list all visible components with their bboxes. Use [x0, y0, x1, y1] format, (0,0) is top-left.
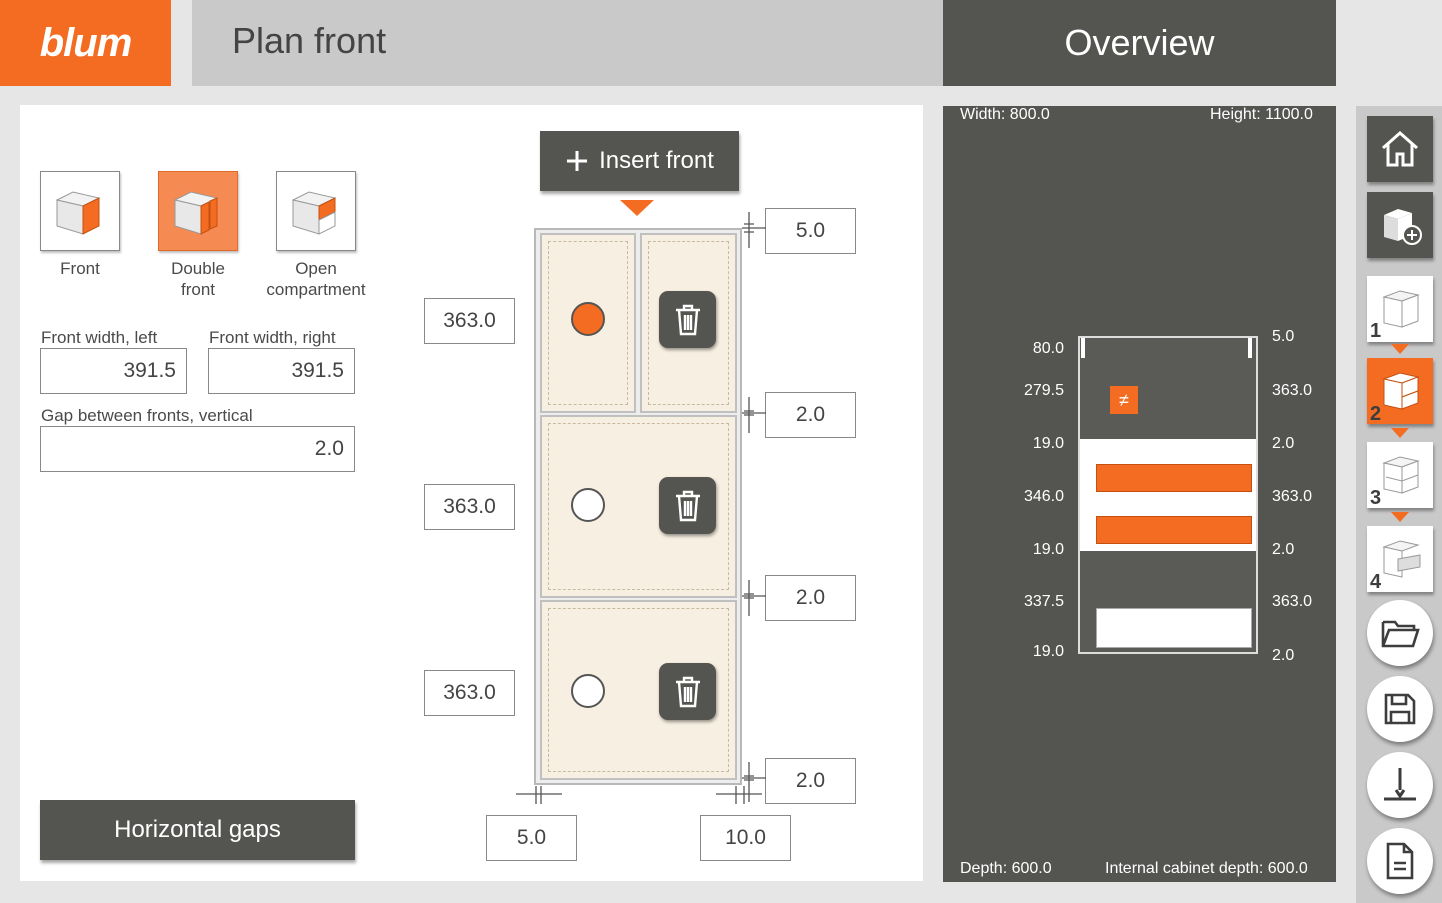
front-type-double-front-label: Double front	[171, 259, 225, 299]
overview-depth: Depth: 600.0	[960, 860, 1052, 877]
front-height-input[interactable]: 363.0	[424, 670, 515, 716]
insert-front-label: Insert front	[599, 147, 714, 174]
overview-height: Height: 1100.0	[1210, 106, 1313, 123]
bottom-right-gap-input[interactable]: 10.0	[700, 815, 791, 861]
front-select-radio[interactable]	[571, 674, 605, 708]
overview-drawer	[1096, 464, 1252, 492]
add-cabinet-button[interactable]	[1367, 192, 1433, 258]
overview-left-value: 279.5	[1023, 382, 1064, 399]
step-arrow-icon	[1391, 512, 1409, 522]
front-type-front[interactable]	[40, 171, 120, 251]
insert-front-button[interactable]: Insert front	[540, 131, 739, 191]
gap-dimension-marker-icon	[742, 212, 766, 248]
open-file-button[interactable]	[1367, 600, 1433, 666]
overview-drawer	[1096, 608, 1252, 648]
document-icon	[1386, 842, 1414, 880]
front-type-front-label: Front	[60, 259, 100, 278]
gap-input[interactable]: 2.0	[765, 575, 856, 621]
save-button[interactable]	[1367, 676, 1433, 742]
cabinet-shelf-step-icon	[1382, 456, 1420, 494]
step-1-number: 1	[1370, 320, 1382, 342]
gap-input[interactable]: 2.0	[765, 392, 856, 438]
front-type-open-compartment-label: Open compartment	[266, 259, 366, 299]
plus-icon	[567, 151, 588, 171]
home-icon	[1382, 130, 1418, 167]
cabinet-front-step-icon	[1382, 372, 1420, 410]
overview-right-value: 363.0	[1272, 488, 1313, 505]
front-select-radio[interactable]	[571, 488, 605, 522]
gap-input[interactable]: 5.0	[765, 208, 856, 254]
overview-width: Width: 800.0	[960, 106, 1050, 123]
front-height-input[interactable]: 363.0	[424, 298, 515, 344]
horizontal-gaps-button[interactable]: Horizontal gaps	[40, 800, 355, 860]
overview-left-value: 19.0	[1032, 643, 1064, 660]
step-2-number: 2	[1370, 403, 1382, 425]
overview-internal-depth: Internal cabinet depth: 600.0	[1105, 860, 1308, 877]
cabinet-add-icon	[1384, 209, 1422, 245]
gap-vertical-label: Gap between fronts, vertical	[41, 406, 253, 425]
cabinet-step-icon	[1382, 290, 1420, 328]
overview-right-value: 2.0	[1272, 541, 1295, 558]
blum-logo: blum	[0, 0, 171, 86]
overview-header: Overview	[943, 0, 1336, 86]
front-width-left-input[interactable]: 391.5	[40, 348, 187, 394]
front-type-open-compartment[interactable]	[276, 171, 356, 251]
gap-vertical-input[interactable]: 2.0	[40, 426, 355, 472]
overview-left-value: 80.0	[1032, 340, 1064, 357]
home-button[interactable]	[1367, 116, 1433, 182]
overview-left-value: 19.0	[1032, 435, 1064, 452]
overview-right-value: 363.0	[1272, 593, 1313, 610]
overview-shelf	[1080, 545, 1256, 551]
measure-icon	[1384, 768, 1416, 801]
page-title: Plan front	[232, 20, 387, 61]
delete-front-button[interactable]	[659, 291, 716, 348]
overview-gap-mark	[1248, 338, 1252, 358]
gap-input[interactable]: 2.0	[765, 758, 856, 804]
overview-right-value: 2.0	[1272, 647, 1295, 664]
overview-left-value: 19.0	[1032, 541, 1064, 558]
step-4-number: 4	[1370, 571, 1382, 593]
overview-right-value: 5.0	[1272, 328, 1295, 345]
logo-text: blum	[39, 20, 133, 65]
front-height-input[interactable]: 363.0	[424, 484, 515, 530]
front-select-radio[interactable]	[571, 302, 605, 336]
document-button[interactable]	[1367, 828, 1433, 894]
bottom-left-dimension-marker-icon	[516, 786, 562, 804]
trash-icon	[675, 304, 700, 335]
cabinet-drawer-step-icon	[1382, 540, 1421, 578]
insert-marker-arrow-icon	[620, 200, 654, 216]
delete-front-button[interactable]	[659, 477, 716, 534]
gap-dimension-marker-icon	[742, 397, 766, 433]
measure-button[interactable]	[1367, 752, 1433, 818]
overview-drawer	[1096, 516, 1252, 544]
overview-left-value: 346.0	[1023, 488, 1064, 505]
double-front-cube-icon	[173, 191, 219, 235]
open-compartment-cube-icon	[291, 191, 337, 235]
step-arrow-icon	[1391, 344, 1409, 354]
trash-icon	[675, 490, 700, 521]
step-3-number: 3	[1370, 487, 1382, 509]
delete-front-button[interactable]	[659, 663, 716, 720]
overview-right-value: 363.0	[1272, 382, 1313, 399]
front-width-left-label: Front width, left	[41, 328, 158, 347]
bottom-left-gap-input[interactable]: 5.0	[486, 815, 577, 861]
save-icon	[1384, 693, 1416, 725]
folder-open-icon	[1381, 620, 1420, 648]
overview-gap-mark	[1081, 338, 1085, 358]
overview-right-value: 2.0	[1272, 435, 1295, 452]
trash-icon	[675, 676, 700, 707]
double-front-marker-icon: ≠	[1110, 386, 1138, 414]
front-type-double-front[interactable]	[158, 171, 238, 251]
front-width-right-label: Front width, right	[209, 328, 336, 347]
step-arrow-icon	[1391, 428, 1409, 438]
overview-left-value: 337.5	[1023, 593, 1064, 610]
front-cube-icon	[55, 191, 101, 235]
gap-dimension-marker-icon	[742, 580, 766, 616]
front-width-right-input[interactable]: 391.5	[208, 348, 355, 394]
bottom-right-dimension-marker-icon	[716, 786, 762, 804]
